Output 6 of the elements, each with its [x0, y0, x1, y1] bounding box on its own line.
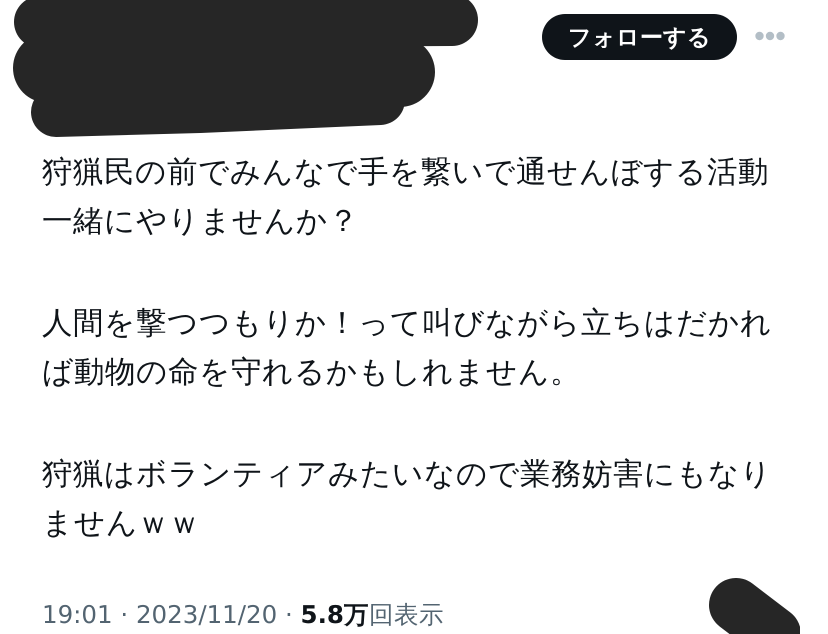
- post-paragraph: 狩猟はボランティアみたいなので業務妨害にもなりませんｗｗ: [42, 456, 773, 543]
- post-timestamp-views: 19:01 · 2023/11/20 · 5.8万回表示: [42, 599, 444, 631]
- more-options-icon[interactable]: [755, 31, 785, 41]
- post-paragraph: 狩猟民の前でみんなで手を繋いで通せんぼする活動一緒にやりませんか？: [42, 154, 770, 241]
- follow-button[interactable]: フォローする: [542, 14, 737, 60]
- post-paragraph: 人間を撃つつもりか！って叫びながら立ちはだかれば動物の命を守れるかもしれません。: [42, 305, 773, 392]
